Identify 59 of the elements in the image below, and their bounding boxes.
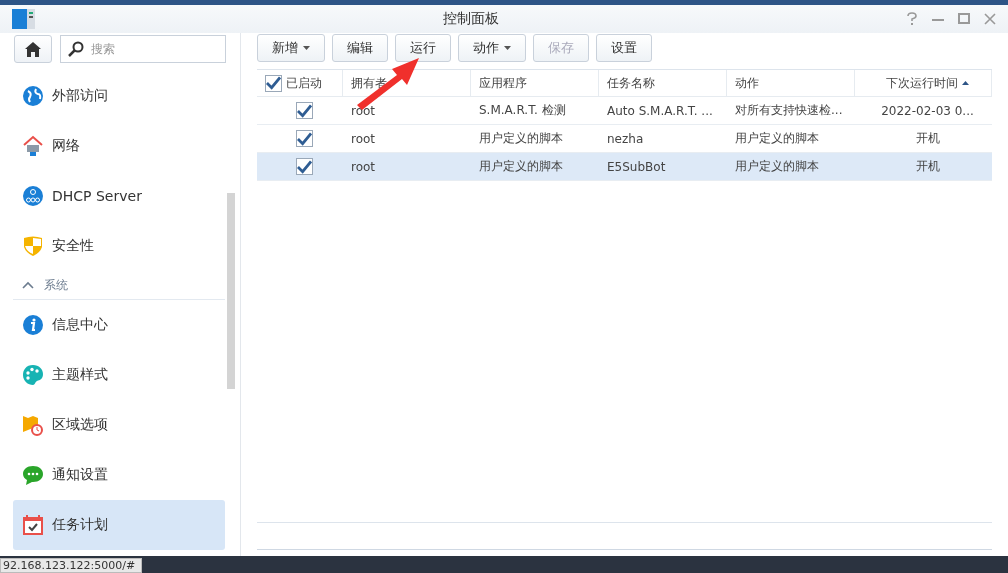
control-panel-icon (12, 8, 36, 30)
checkbox[interactable] (295, 158, 313, 175)
sidebar-item[interactable]: 安全性 (13, 221, 225, 271)
sidebar-item[interactable]: 信息中心 (13, 300, 225, 350)
status-url: 92.168.123.122:5000/# (0, 558, 143, 573)
sidebar-item[interactable]: 外部访问 (13, 71, 225, 121)
table-cell: 用户定义的脚本 (471, 153, 599, 181)
toolbar-button[interactable]: 动作 (458, 34, 526, 62)
sidebar-item[interactable]: 网络 (13, 121, 225, 171)
network-nodes-icon (22, 185, 44, 207)
shield-icon (22, 235, 44, 257)
home-button[interactable] (14, 35, 52, 63)
column-label: 已启动 (286, 74, 322, 92)
section-label: 系统 (44, 276, 68, 294)
maximize-icon[interactable] (958, 12, 970, 26)
sidebar-item-label: 区域选项 (52, 416, 108, 434)
column-label: 动作 (735, 74, 759, 92)
calendar-check-icon (22, 514, 44, 536)
table-cell: E5SubBot (599, 153, 727, 181)
map-clock-icon (22, 414, 44, 436)
column-label: 应用程序 (479, 74, 527, 92)
checkbox[interactable] (265, 74, 282, 92)
sidebar-item[interactable]: 通知设置 (13, 450, 225, 500)
scrollbar[interactable] (227, 193, 235, 389)
search-icon (68, 41, 84, 57)
sidebar-item[interactable]: 任务计划 (13, 500, 225, 550)
home-icon (25, 41, 41, 57)
column-label: 任务名称 (607, 74, 655, 92)
sidebar-item-label: 任务计划 (52, 516, 108, 534)
toolbar-button[interactable]: 新增 (257, 34, 325, 62)
window-title: 控制面板 (442, 10, 500, 28)
info-icon (22, 314, 44, 336)
sidebar-item[interactable]: DHCP Server (13, 171, 225, 221)
close-icon[interactable] (984, 12, 996, 26)
column-label: 下次运行时间 (885, 74, 958, 92)
sidebar-item[interactable]: 主题样式 (13, 350, 225, 400)
sidebar-section[interactable]: 系统 (13, 271, 225, 300)
house-icon (22, 135, 44, 157)
checkbox[interactable] (295, 102, 313, 119)
sidebar-item[interactable]: 区域选项 (13, 400, 225, 450)
chat-bubble-icon (22, 464, 44, 486)
toolbar-button[interactable]: 运行 (395, 34, 451, 62)
sidebar-item-label: 通知设置 (52, 466, 108, 484)
sidebar-item-label: 安全性 (52, 237, 94, 255)
globe-icon (22, 85, 44, 107)
palette-icon (22, 364, 44, 386)
sidebar-item-label: 网络 (52, 137, 80, 155)
help-icon[interactable] (906, 12, 918, 26)
sidebar-item-label: DHCP Server (52, 188, 142, 204)
sidebar-item-label: 信息中心 (52, 316, 108, 334)
table-cell: 开机 (855, 153, 992, 181)
sidebar-item-label: 主题样式 (52, 366, 108, 384)
toolbar-button[interactable]: 编辑 (332, 34, 388, 62)
table-cell: root (343, 153, 471, 181)
sidebar-item-label: 外部访问 (52, 87, 108, 105)
table-cell: 用户定义的脚本 (727, 153, 855, 181)
checkbox[interactable] (295, 130, 313, 147)
toolbar-button[interactable]: 设置 (596, 34, 652, 62)
search-field[interactable]: 搜索 (60, 35, 226, 63)
